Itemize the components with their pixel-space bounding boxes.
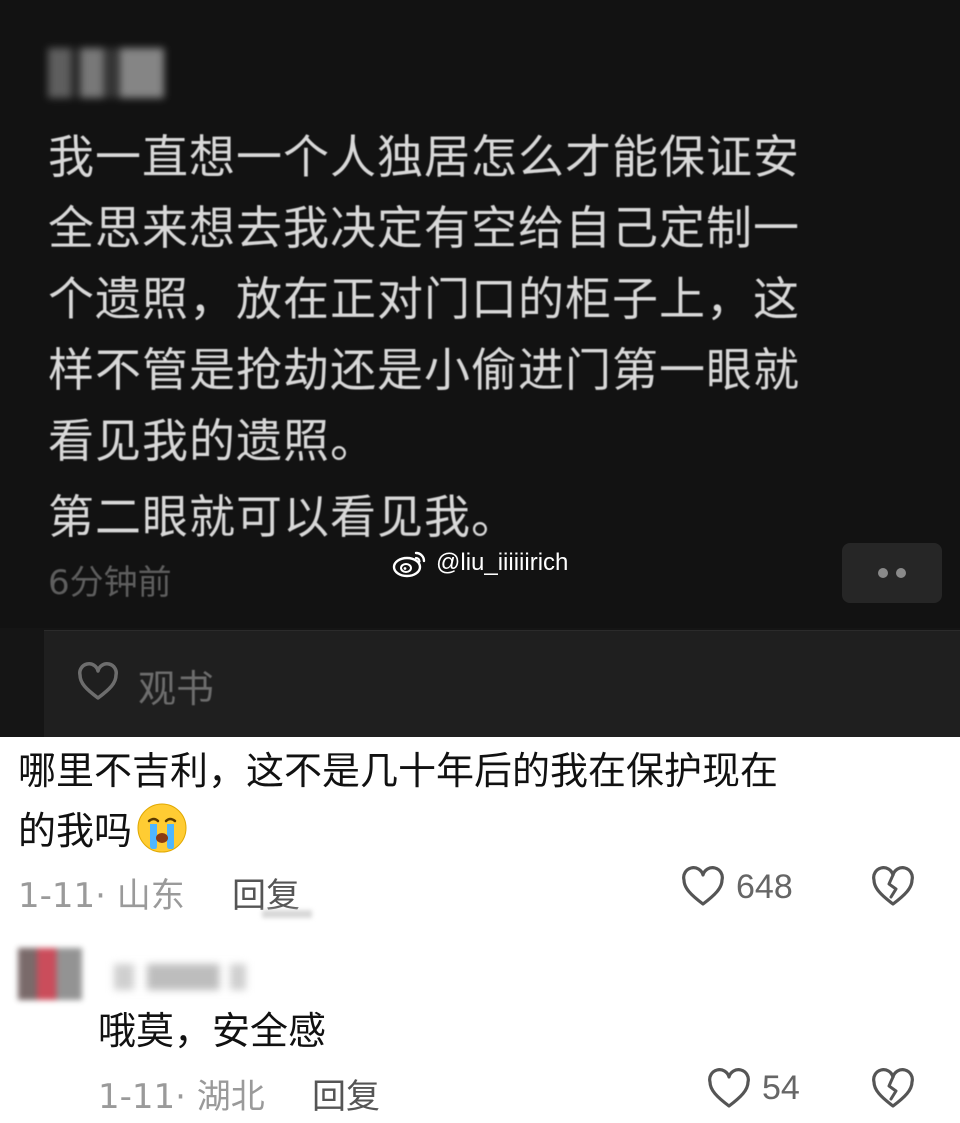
embedded-post-screenshot: 我一直想一个人独居怎么才能保证安 全思来想去我决定有空给自己定制一 个遗照，放在…	[0, 0, 960, 737]
comment-1-text: 哪里不吉利，这不是几十年后的我在保护现在 的我吗	[18, 741, 938, 861]
blurred-username	[48, 48, 164, 98]
comment-line: 的我吗	[18, 801, 938, 861]
post-line: 看见我的遗照。	[48, 414, 377, 468]
post-card: 我一直想一个人独居怎么才能保证安 全思来想去我决定有空给自己定制一 个遗照，放在…	[0, 0, 960, 628]
post-line: 全思来想去我决定有空给自己定制一	[48, 201, 800, 255]
weibo-logo-icon	[392, 548, 428, 578]
post-line: 个遗照，放在正对门口的柜子上，这	[48, 272, 800, 326]
heart-outline-icon[interactable]	[680, 866, 726, 912]
post-line: 样不管是抢劫还是小偷进门第一眼就	[48, 343, 800, 397]
more-dots-icon	[878, 568, 888, 578]
blurred-username	[114, 964, 246, 990]
broken-heart-icon[interactable]	[870, 1068, 916, 1114]
comment-2-reply-button[interactable]: 回复	[312, 1069, 380, 1118]
avatar[interactable]	[18, 948, 82, 1000]
broken-heart-icon[interactable]	[870, 866, 916, 912]
watermark-handle: @liu_iiiiiirich	[436, 549, 569, 576]
comment-1-meta: 1-11· 山东	[18, 876, 185, 916]
action-label[interactable]: 观书	[138, 658, 214, 713]
comment-1-like-count: 648	[736, 868, 793, 906]
comment-2-like-count: 54	[762, 1069, 800, 1107]
comment-line: 哪里不吉利，这不是几十年后的我在保护现在	[18, 749, 779, 793]
more-button[interactable]	[842, 543, 942, 603]
comment-line-text: 的我吗	[18, 809, 133, 853]
heart-outline-icon[interactable]	[706, 1068, 752, 1114]
post-body: 我一直想一个人独居怎么才能保证安 全思来想去我决定有空给自己定制一 个遗照，放在…	[48, 122, 928, 477]
post-timestamp: 6分钟前	[48, 563, 172, 603]
heart-outline-icon[interactable]	[76, 662, 120, 706]
reply-underline	[262, 910, 312, 918]
post-second-line: 第二眼就可以看见我。	[48, 490, 518, 544]
weibo-watermark: @liu_iiiiiirich	[392, 548, 568, 578]
crying-face-emoji	[136, 802, 188, 854]
post-line: 我一直想一个人独居怎么才能保证安	[48, 130, 800, 184]
comment-2-meta: 1-11· 湖北	[98, 1077, 265, 1117]
more-dots-icon	[896, 568, 906, 578]
comment-2-text: 哦莫，安全感	[98, 1009, 327, 1053]
